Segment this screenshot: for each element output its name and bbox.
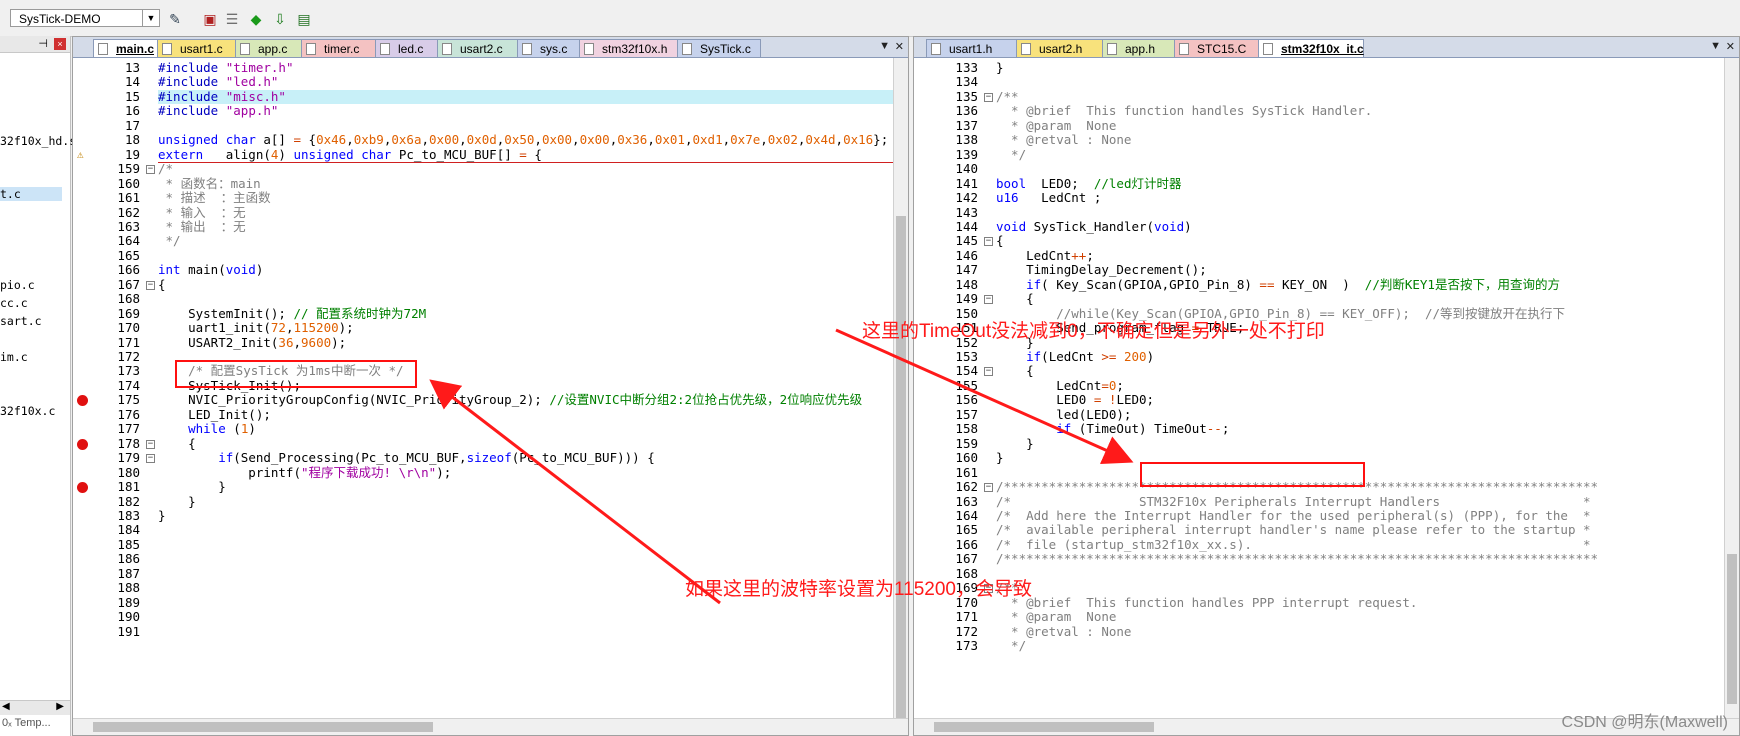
annotation-arrows — [429, 328, 1134, 605]
watermark: CSDN @明东(Maxwell) — [1561, 714, 1728, 731]
arrow-to-timeout — [835, 328, 1134, 464]
annotation-timeout-note: 这里的TimeOut没法减到0，不确定但是另外一处不打印 — [862, 321, 1325, 342]
annotation-baudrate-note: 如果这里的波特率设置为115200，会导致 — [685, 579, 1032, 600]
arrow-to-usart2-init — [429, 379, 721, 605]
